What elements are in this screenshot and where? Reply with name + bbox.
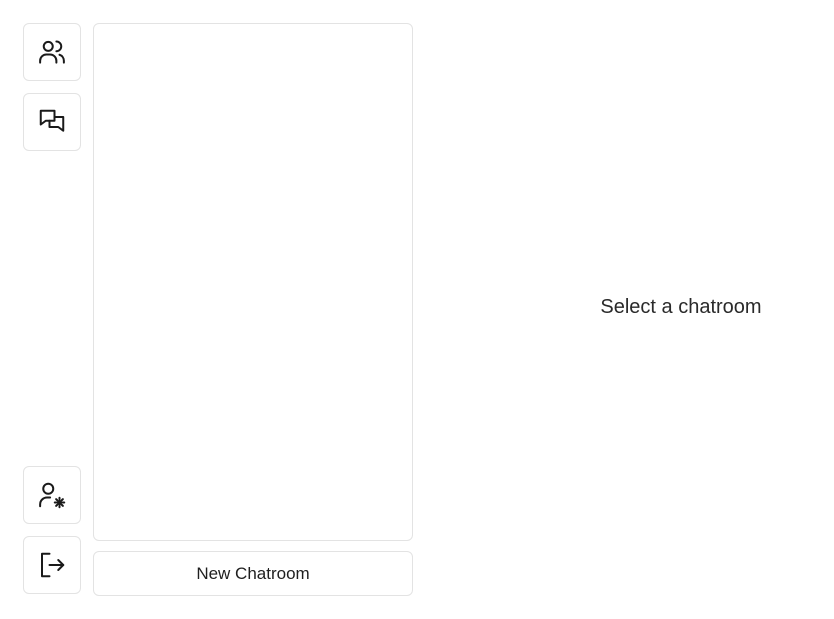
users-button[interactable] [23, 23, 81, 81]
new-chatroom-button[interactable]: New Chatroom [93, 551, 413, 596]
empty-state-text: Select a chatroom [600, 296, 762, 318]
users-icon [39, 40, 65, 64]
logout-icon [41, 552, 65, 578]
chatroom-list[interactable] [93, 23, 413, 541]
chatrooms-button[interactable] [23, 93, 81, 151]
chat-bubbles-icon [39, 109, 65, 132]
user-settings-icon [39, 482, 66, 509]
logout-button[interactable] [23, 536, 81, 594]
app-root: New Chatroom Select a chatroom [0, 0, 834, 619]
profile-settings-button[interactable] [23, 466, 81, 524]
